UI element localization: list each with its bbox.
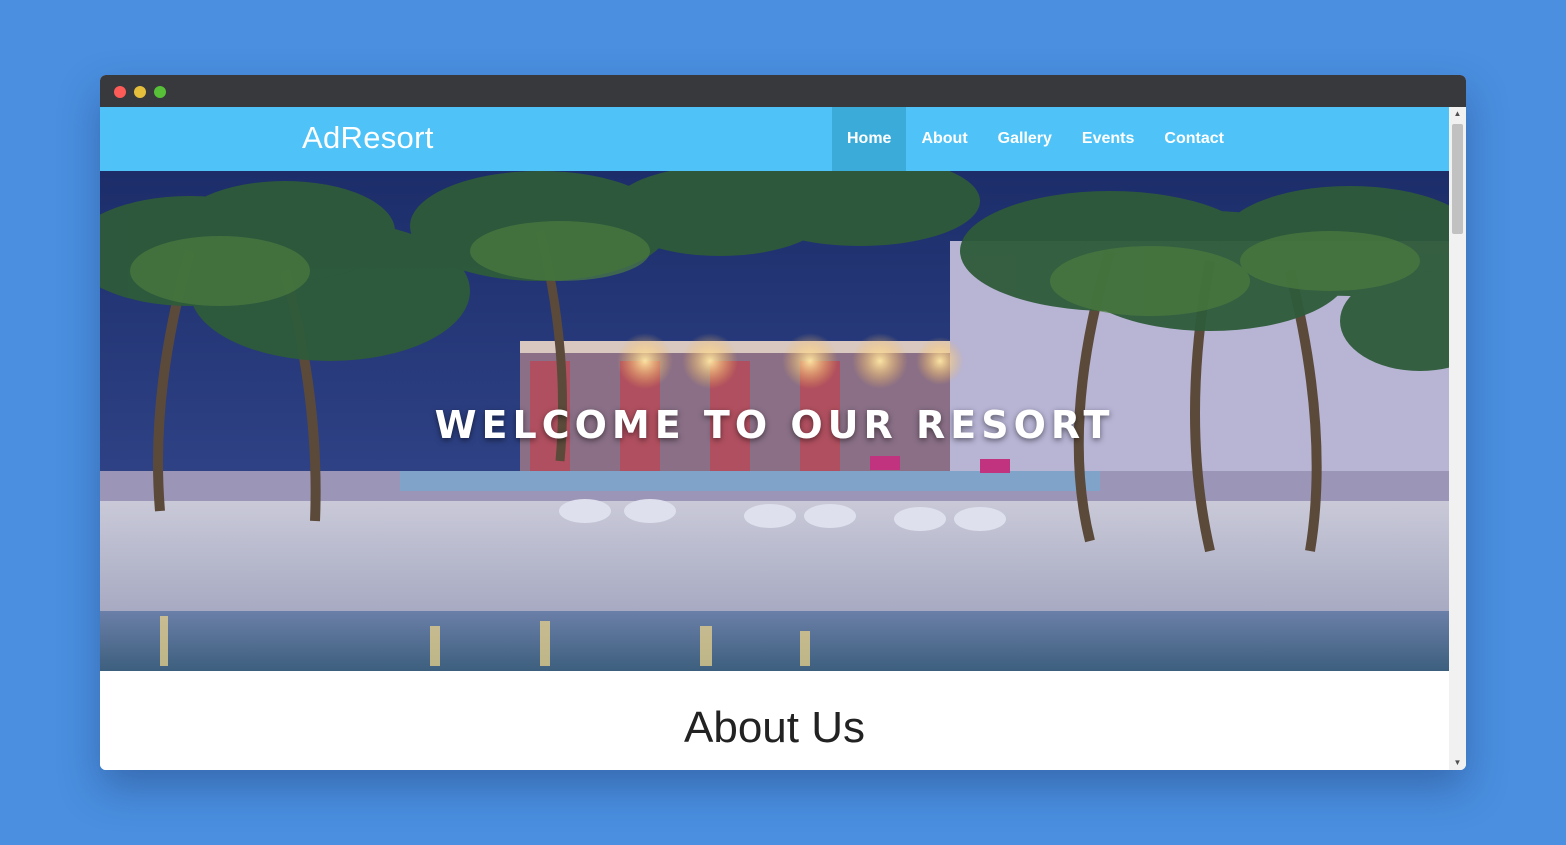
nav-item-home[interactable]: Home — [832, 107, 907, 171]
navbar: AdResort Home About Gallery Events Conta… — [100, 107, 1449, 171]
about-section-title: About Us — [684, 703, 865, 752]
nav-menu: Home About Gallery Events Contact — [832, 107, 1239, 171]
hero-banner: WELCOME TO OUR RESORT — [100, 171, 1449, 671]
vertical-scrollbar[interactable]: ▲ ▼ — [1449, 107, 1466, 770]
nav-item-about[interactable]: About — [906, 107, 982, 171]
minimize-window-button[interactable] — [134, 86, 146, 98]
scrollbar-thumb[interactable] — [1452, 124, 1463, 234]
nav-item-gallery[interactable]: Gallery — [983, 107, 1067, 171]
hero-title: WELCOME TO OUR RESORT — [434, 403, 1115, 447]
brand-logo[interactable]: AdResort — [302, 120, 434, 156]
nav-item-events[interactable]: Events — [1067, 107, 1149, 171]
page-viewport: AdResort Home About Gallery Events Conta… — [100, 107, 1449, 770]
scroll-up-arrow-icon[interactable]: ▲ — [1449, 107, 1466, 121]
maximize-window-button[interactable] — [154, 86, 166, 98]
nav-item-contact[interactable]: Contact — [1149, 107, 1239, 171]
scroll-down-arrow-icon[interactable]: ▼ — [1449, 756, 1466, 770]
browser-window: AdResort Home About Gallery Events Conta… — [100, 75, 1466, 770]
window-titlebar — [100, 75, 1466, 107]
close-window-button[interactable] — [114, 86, 126, 98]
